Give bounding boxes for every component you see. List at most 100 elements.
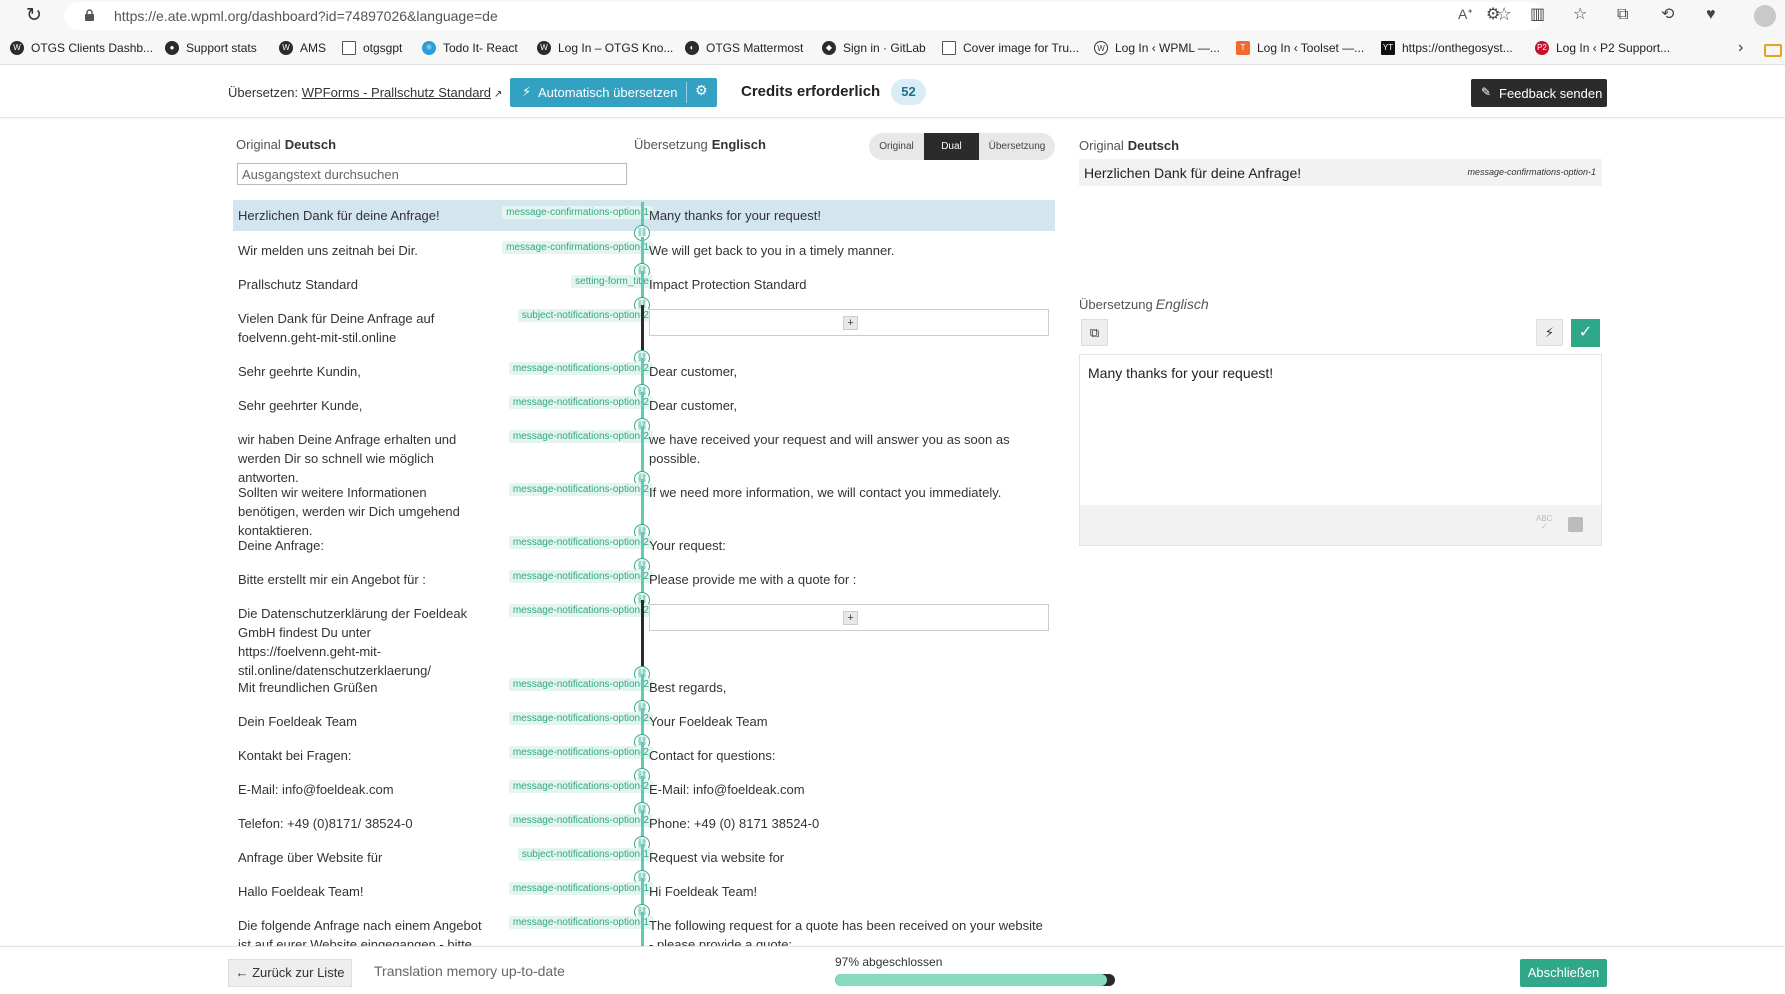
read-aloud-icon[interactable]: Aᐩ bbox=[1458, 6, 1473, 23]
address-bar[interactable]: https://e.ate.wpml.org/dashboard?id=7489… bbox=[64, 2, 1544, 30]
credits-badge: 52 bbox=[891, 79, 926, 105]
original-text: Herzlichen Dank für deine Anfrage! bbox=[1084, 165, 1302, 181]
segment-source: Dein Foeldeak Team bbox=[238, 714, 357, 729]
segment-source: Bitte erstellt mir ein Angebot für : bbox=[238, 572, 426, 587]
translation-text[interactable]: Many thanks for your request! bbox=[1088, 365, 1273, 381]
bookmark-item[interactable]: Cover image for Tru... bbox=[942, 41, 1079, 55]
segment-source: Mit freundlichen Grüßen bbox=[238, 680, 378, 695]
url-text[interactable]: https://e.ate.wpml.org/dashboard?id=7489… bbox=[114, 8, 498, 24]
segment-source: Sehr geehrter Kunde, bbox=[238, 398, 363, 413]
collections-icon[interactable]: ⧉ bbox=[1617, 5, 1628, 25]
segment-target[interactable]: Best regards, bbox=[649, 678, 1049, 697]
segment-row[interactable]: wir haben Deine Anfrage erhalten und wer… bbox=[233, 424, 1055, 485]
segment-tag: message-confirmations-option-1 bbox=[502, 241, 653, 254]
segment-target[interactable]: If we need more information, we will con… bbox=[649, 483, 1049, 502]
spellcheck-icon[interactable]: ABC ✓ bbox=[1536, 515, 1552, 531]
segment-source: Sehr geehrte Kundin, bbox=[238, 364, 361, 379]
segment-target[interactable]: Please provide me with a quote for : bbox=[649, 570, 1049, 589]
progress-label: 97% abgeschlossen bbox=[835, 955, 943, 969]
confirm-translation-button[interactable]: ✓ bbox=[1571, 319, 1600, 347]
bookmark-item[interactable]: ⚛ Todo It- React bbox=[422, 41, 518, 55]
feedback-label: Feedback senden bbox=[1499, 86, 1603, 101]
progress-bar bbox=[835, 974, 1115, 986]
segment-target[interactable]: Impact Protection Standard bbox=[649, 275, 1049, 294]
right-translation-header: Übersetzung Englisch bbox=[1079, 296, 1209, 312]
performance-icon[interactable]: ♥ bbox=[1706, 5, 1716, 25]
wordpress-icon: W bbox=[537, 41, 551, 55]
reload-icon[interactable]: ↻ bbox=[26, 6, 42, 26]
view-mode-translation[interactable]: Übersetzung bbox=[979, 133, 1055, 160]
bottom-bar: ← Zurück zur Liste Translation memory up… bbox=[0, 946, 1785, 994]
segment-target[interactable]: The following request for a quote has be… bbox=[649, 916, 1049, 946]
bookmark-item[interactable]: W Log In – OTGS Kno... bbox=[537, 41, 673, 55]
bookmark-item[interactable]: W Log In ‹ WPML —... bbox=[1094, 41, 1220, 55]
segment-tag: message-notifications-option-2 bbox=[508, 362, 653, 375]
machine-translate-button[interactable]: ⚡ bbox=[1536, 319, 1563, 346]
lock-icon[interactable] bbox=[84, 9, 95, 21]
segment-target[interactable]: Many thanks for your request! bbox=[649, 206, 1049, 225]
split-screen-icon[interactable]: ▥ bbox=[1530, 5, 1545, 25]
segment-target[interactable]: Your Foeldeak Team bbox=[649, 712, 1049, 731]
bookmark-item[interactable]: otgsgpt bbox=[342, 41, 402, 55]
segment-row[interactable]: Sollten wir weitere Informationen benöti… bbox=[233, 477, 1055, 538]
segment-source: E-Mail: info@foeldeak.com bbox=[238, 782, 394, 797]
segment-target[interactable]: we have received your request and will a… bbox=[649, 430, 1049, 468]
segment-target[interactable]: Contact for questions: bbox=[649, 746, 1049, 765]
extensions-icon[interactable]: ⚙ bbox=[1486, 5, 1500, 25]
segment-tag: subject-notifications-option-1 bbox=[517, 848, 653, 861]
view-mode-toggle: Original Dual Übersetzung bbox=[869, 133, 1055, 160]
p2-icon: P2 bbox=[1535, 41, 1549, 55]
bookmark-item[interactable]: ● Support stats bbox=[165, 41, 257, 55]
wordpress-icon: W bbox=[10, 41, 24, 55]
bookmark-item[interactable]: P2 Log In ‹ P2 Support... bbox=[1535, 41, 1670, 55]
history-icon[interactable]: ⟲ bbox=[1661, 5, 1674, 25]
segment-row[interactable]: Die Datenschutzerklärung der Foeldeak Gm… bbox=[233, 598, 1055, 678]
add-translation-field[interactable]: + bbox=[649, 309, 1049, 336]
segment-target[interactable]: We will get back to you in a timely mann… bbox=[649, 241, 1049, 260]
chevron-right-icon[interactable]: › bbox=[1738, 39, 1743, 57]
feedback-button[interactable]: ✎ Feedback senden bbox=[1471, 79, 1607, 107]
segment-row[interactable]: Die folgende Anfrage nach einem Angebot … bbox=[233, 910, 1055, 946]
profile-avatar[interactable] bbox=[1754, 5, 1776, 27]
view-mode-original[interactable]: Original bbox=[869, 133, 924, 160]
segment-tag: message-notifications-option-2 bbox=[508, 678, 653, 691]
copy-original-button[interactable]: ⧉ bbox=[1081, 319, 1108, 346]
bookmark-item[interactable]: W OTGS Clients Dashb... bbox=[10, 41, 153, 55]
plus-icon[interactable]: + bbox=[843, 316, 858, 330]
browser-toolbar: ↻ https://e.ate.wpml.org/dashboard?id=74… bbox=[0, 0, 1785, 32]
source-search-input[interactable] bbox=[237, 163, 627, 185]
wordpress-icon: W bbox=[279, 41, 293, 55]
divider bbox=[686, 82, 687, 103]
bookmark-item[interactable]: W AMS bbox=[279, 41, 326, 55]
progress-fill bbox=[835, 974, 1107, 986]
segment-target[interactable]: Dear customer, bbox=[649, 362, 1049, 381]
translation-editor[interactable]: Many thanks for your request! ABC ✓ bbox=[1079, 354, 1602, 546]
add-translation-field[interactable]: + bbox=[649, 604, 1049, 631]
segment-target[interactable]: Hi Foeldeak Team! bbox=[649, 882, 1049, 901]
segment-row[interactable]: Vielen Dank für Deine Anfrage auf foelve… bbox=[233, 303, 1055, 356]
segment-tag: message-notifications-option-2 bbox=[508, 604, 653, 617]
external-link-icon[interactable]: ↗ bbox=[494, 89, 502, 100]
auto-translate-button[interactable]: ⚡ Automatisch übersetzen ⚙ bbox=[510, 78, 717, 107]
document-link[interactable]: WPForms - Prallschutz Standard bbox=[302, 85, 491, 100]
bookmark-item[interactable]: ◐ OTGS Mattermost bbox=[685, 41, 803, 55]
gear-icon[interactable]: ⚙ bbox=[695, 82, 708, 99]
segment-target[interactable]: Your request: bbox=[649, 536, 1049, 555]
view-mode-dual[interactable]: Dual bbox=[924, 133, 979, 160]
original-segment-box: Herzlichen Dank für deine Anfrage! messa… bbox=[1079, 159, 1602, 186]
glossary-icon[interactable] bbox=[1568, 517, 1583, 532]
segment-target[interactable]: Phone: +49 (0) 8171 38524-0 bbox=[649, 814, 1049, 833]
finish-button[interactable]: Abschließen bbox=[1520, 959, 1607, 987]
plus-icon[interactable]: + bbox=[843, 611, 858, 625]
original-tag: message-confirmations-option-1 bbox=[1467, 167, 1596, 177]
bookmark-item[interactable]: ◆ Sign in · GitLab bbox=[822, 41, 926, 55]
segment-target[interactable]: E-Mail: info@foeldeak.com bbox=[649, 780, 1049, 799]
bookmark-item[interactable]: YT https://onthegosyst... bbox=[1381, 41, 1513, 55]
folder-icon[interactable] bbox=[1764, 44, 1782, 57]
segment-target[interactable]: Dear customer, bbox=[649, 396, 1049, 415]
bookmark-item[interactable]: T Log In ‹ Toolset —... bbox=[1236, 41, 1364, 55]
segment-target[interactable]: Request via website for bbox=[649, 848, 1049, 867]
favorites-icon[interactable]: ☆ bbox=[1573, 5, 1587, 25]
segment-source: Hallo Foeldeak Team! bbox=[238, 884, 364, 899]
back-to-list-button[interactable]: ← Zurück zur Liste bbox=[228, 959, 352, 987]
